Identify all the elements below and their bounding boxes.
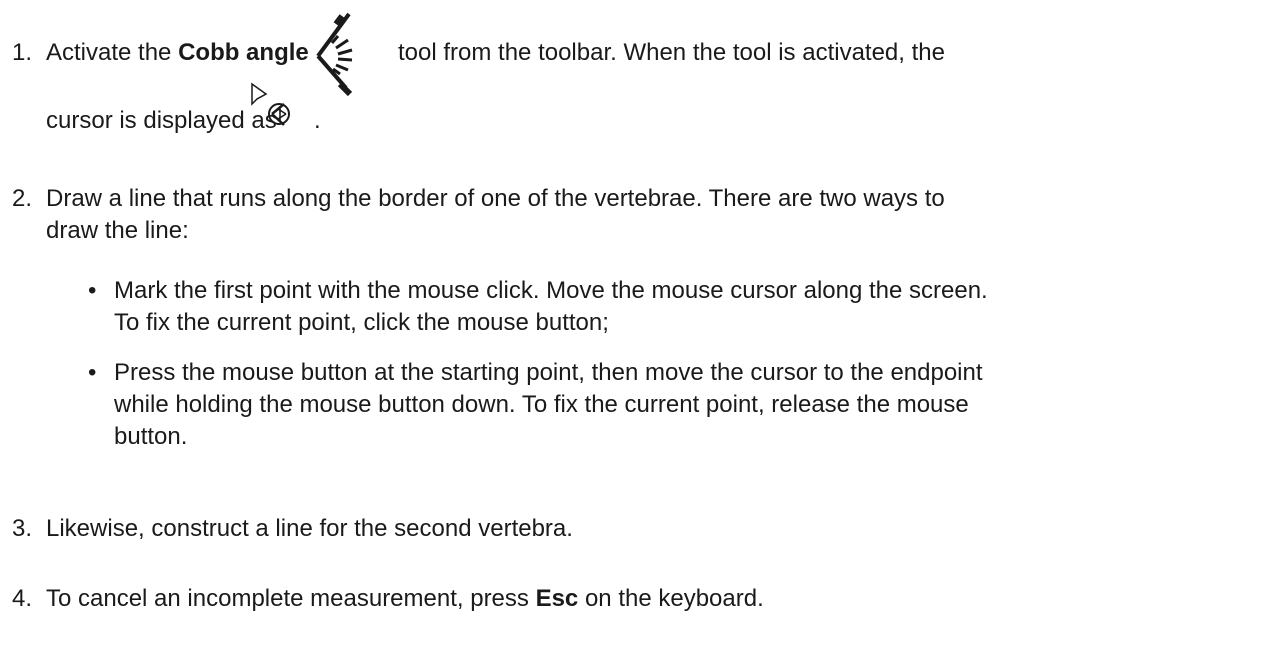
step-text: To cancel an incomplete measurement, pre… [46,582,764,616]
step-text-part: on the keyboard. [578,585,764,612]
step-text-part: tool from the toolbar. When the tool is … [398,39,945,66]
instructions-page: { "steps": [ { "number": "1.", "text_bef… [0,0,1266,666]
step-number: 1. [12,39,33,66]
step-text-part: Activate the [46,39,179,66]
bullet-marker: • [88,359,97,386]
step-2: 2. Draw a line that runs along the borde… [0,162,1266,452]
bullet-text-line: To fix the current point, click the mous… [114,309,609,336]
step-4: 4. To cancel an incomplete measurement, … [0,582,1266,616]
bullet-marker: • [88,277,97,304]
key-name: Esc [535,585,579,612]
step-number: 2. [12,185,33,212]
tool-name: Cobb angle [178,39,309,66]
bullet-text-line: Press the mouse button at the starting p… [114,359,983,386]
step-number: 3. [12,515,33,542]
bullet-text-line: while holding the mouse button down. To … [114,391,969,418]
step-text-part: cursor is displayed as [46,107,277,134]
step-3: 3. Likewise, construct a line for the se… [0,512,1266,546]
step-number: 4. [12,585,33,612]
step-text: Likewise, construct a line for the secon… [46,515,573,542]
step-text-part: To cancel an incomplete measurement, pre… [46,585,536,612]
step-text-line: Draw a line that runs along the border o… [46,185,945,212]
step-text-line: draw the line: [46,217,189,244]
step-text-part: . [314,107,321,134]
bullet-text-line: Mark the first point with the mouse clic… [114,277,988,304]
cobb-angle-icon [306,10,370,97]
step-1: 1. Activate the Cobb angle tool from the… [0,12,1266,142]
cobb-angle-cursor-icon [246,82,296,132]
bullet-text-line: button. [114,423,188,450]
